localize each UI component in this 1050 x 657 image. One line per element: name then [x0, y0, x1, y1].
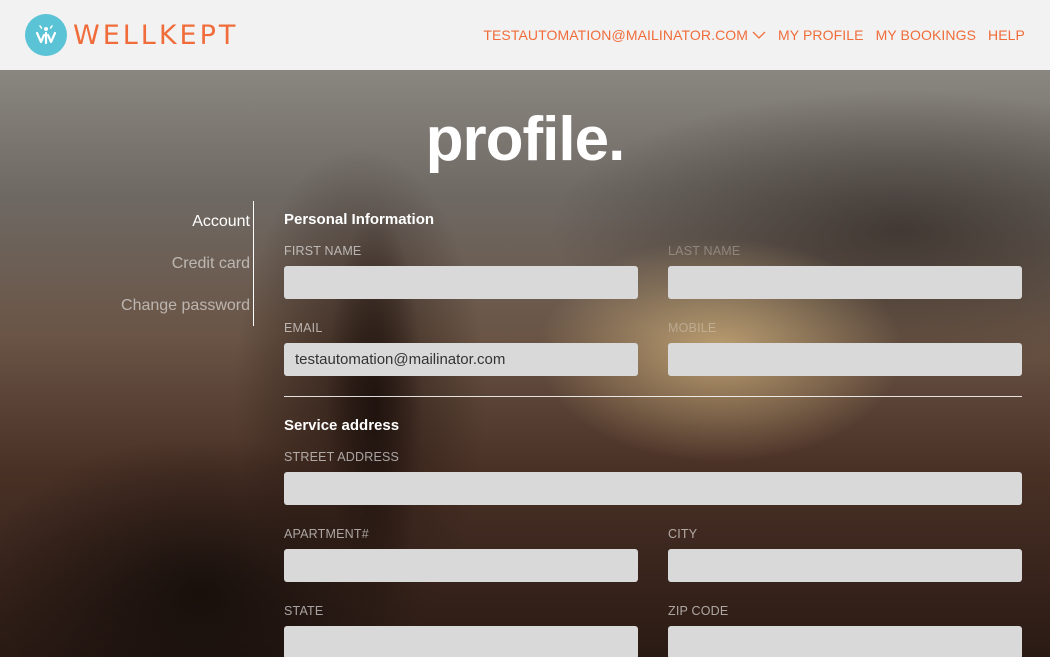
street-address-field-group: STREET ADDRESS [284, 437, 1022, 505]
state-label: STATE [284, 604, 324, 618]
side-menu-credit-card[interactable]: Credit card [60, 255, 250, 273]
wellkept-logo[interactable]: WELLKEPT [25, 14, 238, 56]
side-menu-divider [253, 201, 254, 326]
contact-row: EMAIL MOBILE [284, 299, 1022, 376]
account-email-label: TESTAUTOMATION@MAILINATOR.COM [483, 27, 749, 43]
profile-form: Personal Information FIRST NAME LAST NAM… [284, 211, 1022, 657]
service-address-heading: Service address [284, 417, 400, 434]
account-menu-link[interactable]: TESTAUTOMATION@MAILINATOR.COM [483, 27, 766, 43]
apartment-input[interactable] [284, 549, 638, 582]
mobile-field-group: MOBILE [668, 299, 1022, 376]
wellkept-logo-icon [25, 14, 67, 56]
chevron-down-icon [752, 31, 766, 39]
apartment-city-row: APARTMENT# CITY [284, 505, 1022, 582]
side-menu-change-password[interactable]: Change password [60, 297, 250, 315]
mobile-label: MOBILE [668, 321, 717, 335]
city-field-group: CITY [668, 505, 1022, 582]
city-label: CITY [668, 527, 698, 541]
zip-code-input[interactable] [668, 626, 1022, 657]
email-label: EMAIL [284, 321, 323, 335]
state-input[interactable] [284, 626, 638, 657]
zip-code-label: ZIP CODE [668, 604, 729, 618]
first-name-field-group: FIRST NAME [284, 231, 638, 299]
name-row: FIRST NAME LAST NAME [284, 231, 1022, 299]
help-link[interactable]: HELP [988, 27, 1025, 43]
first-name-input[interactable] [284, 266, 638, 299]
state-field-group: STATE [284, 582, 638, 657]
street-row: STREET ADDRESS [284, 437, 1022, 505]
street-address-input[interactable] [284, 472, 1022, 505]
top-header: WELLKEPT TESTAUTOMATION@MAILINATOR.COM M… [0, 0, 1050, 70]
apartment-field-group: APARTMENT# [284, 505, 638, 582]
street-address-label: STREET ADDRESS [284, 450, 400, 464]
apartment-label: APARTMENT# [284, 527, 369, 541]
first-name-label: FIRST NAME [284, 244, 362, 258]
mobile-input[interactable] [668, 343, 1022, 376]
last-name-field-group: LAST NAME [668, 231, 1022, 299]
top-nav: TESTAUTOMATION@MAILINATOR.COM MY PROFILE… [483, 27, 1025, 43]
last-name-label: LAST NAME [668, 244, 741, 258]
last-name-input[interactable] [668, 266, 1022, 299]
city-input[interactable] [668, 549, 1022, 582]
my-profile-link[interactable]: MY PROFILE [778, 27, 864, 43]
my-bookings-link[interactable]: MY BOOKINGS [876, 27, 976, 43]
side-menu-account[interactable]: Account [60, 213, 250, 231]
email-field-group: EMAIL [284, 299, 638, 376]
state-zip-row: STATE ZIP CODE [284, 582, 1022, 657]
logo-wordmark: WELLKEPT [73, 19, 239, 51]
personal-information-heading: Personal Information [284, 211, 435, 228]
zip-code-field-group: ZIP CODE [668, 582, 1022, 657]
profile-side-menu: Account Credit card Change password [60, 200, 250, 339]
email-input[interactable] [284, 343, 638, 376]
section-divider [284, 396, 1022, 397]
page-title: profile. [425, 105, 626, 174]
